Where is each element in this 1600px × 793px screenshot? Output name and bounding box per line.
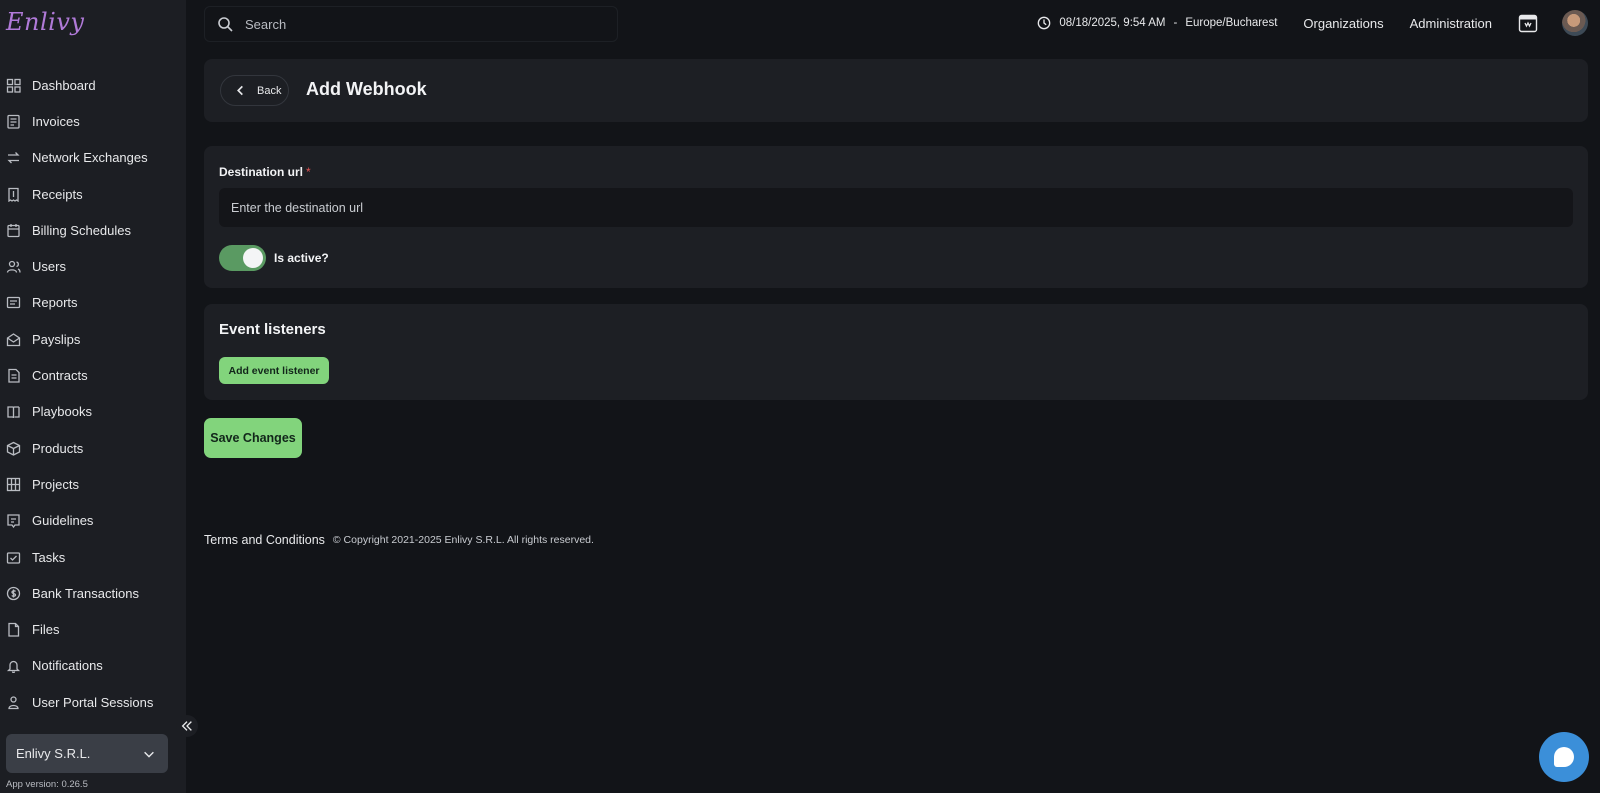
product-icon [6, 441, 21, 456]
destination-url-input[interactable] [219, 188, 1573, 227]
file-icon [6, 622, 21, 637]
bank-transaction-icon [6, 586, 21, 601]
calendar-button[interactable] [1518, 13, 1538, 33]
sidebar-item-label: Dashboard [32, 77, 96, 93]
sidebar-item-label: Notifications [32, 658, 103, 674]
destination-url-label-text: Destination url [219, 165, 304, 179]
user-portal-session-icon [6, 695, 21, 710]
sidebar-item-user-portal-sessions[interactable]: User Portal Sessions [0, 684, 186, 720]
chat-bubble-icon [1554, 747, 1574, 767]
page-header: Back Add Webhook [204, 59, 1588, 122]
sidebar-item-bank-transactions[interactable]: Bank Transactions [0, 575, 186, 611]
sidebar-nav: Dashboard Invoices Network Exchanges Receip… [0, 67, 186, 720]
sidebar-item-invoices[interactable]: Invoices [0, 103, 186, 139]
sidebar-item-label: Reports [32, 295, 78, 311]
sidebar-item-label: Products [32, 440, 84, 456]
sidebar-item-label: Projects [32, 476, 79, 492]
guideline-icon [6, 513, 21, 529]
chevron-down-icon [144, 751, 154, 758]
topbar-right: 08/18/2025, 9:54 AM - Europe/Bucharest O… [1037, 0, 1600, 46]
administration-link[interactable]: Administration [1410, 16, 1492, 31]
app-logo[interactable]: Enlivy [6, 8, 84, 44]
sidebar-item-label: Invoices [32, 113, 80, 129]
user-avatar[interactable] [1562, 10, 1588, 36]
sidebar-item-users[interactable]: Users [0, 248, 186, 284]
sidebar-item-label: Guidelines [32, 513, 94, 529]
sidebar-item-projects[interactable]: Projects [0, 466, 186, 502]
sidebar-item-receipts[interactable]: Receipts [0, 176, 186, 212]
page-title: Add Webhook [306, 79, 427, 99]
sidebar-item-label: Network Exchanges [32, 150, 148, 166]
sidebar-item-notifications[interactable]: Notifications [0, 648, 186, 684]
add-event-listener-button[interactable]: Add event listener [219, 357, 329, 384]
project-icon [6, 477, 21, 492]
sidebar-item-tasks[interactable]: Tasks [0, 539, 186, 575]
sidebar-item-files[interactable]: Files [0, 611, 186, 647]
sidebar-item-dashboard[interactable]: Dashboard [0, 67, 186, 103]
app-version: App version: 0.26.5 [6, 779, 88, 790]
footer: Terms and Conditions © Copyright 2021-20… [204, 533, 594, 547]
notification-icon [6, 658, 21, 674]
destination-url-label: Destination url * [219, 165, 311, 179]
sidebar-item-network-exchanges[interactable]: Network Exchanges [0, 140, 186, 176]
collapse-sidebar-button[interactable] [176, 715, 198, 737]
playbook-icon [6, 404, 21, 419]
is-active-toggle[interactable] [219, 245, 266, 271]
users-icon [6, 259, 21, 274]
organization-select-value: Enlivy S.R.L. [16, 746, 91, 761]
dashboard-icon [6, 78, 21, 93]
sidebar: Enlivy Dashboard Invoices Network Exchange… [0, 0, 198, 793]
sidebar-item-label: Payslips [32, 331, 81, 347]
back-button[interactable]: Back [220, 75, 289, 106]
sidebar-item-label: Billing Schedules [32, 222, 132, 238]
sidebar-item-billing-schedules[interactable]: Billing Schedules [0, 212, 186, 248]
terms-link[interactable]: Terms and Conditions [204, 533, 325, 547]
event-listeners-panel: Event listeners Add event listener [204, 304, 1588, 400]
sidebar-item-reports[interactable]: Reports [0, 285, 186, 321]
task-icon [6, 550, 21, 565]
timezone-text: Europe/Bucharest [1185, 17, 1278, 29]
sidebar-item-guidelines[interactable]: Guidelines [0, 503, 186, 539]
search-input[interactable] [245, 16, 595, 32]
chat-button[interactable] [1539, 732, 1589, 782]
billing-schedule-icon [6, 223, 21, 238]
sidebar-item-playbooks[interactable]: Playbooks [0, 394, 186, 430]
chevron-left-icon [237, 85, 243, 96]
sidebar-item-products[interactable]: Products [0, 430, 186, 466]
search-icon [218, 17, 233, 32]
is-active-label: Is active? [274, 251, 329, 265]
sidebar-item-label: Bank Transactions [32, 585, 139, 601]
webhook-form: Destination url* Is active? [204, 146, 1588, 288]
sidebar-item-label: Receipts [32, 186, 83, 202]
double-chevron-left-icon [181, 721, 192, 731]
sidebar-item-label: Users [32, 259, 66, 275]
sidebar-item-label: Contracts [32, 368, 88, 384]
datetime-display: 08/18/2025, 9:54 AM - Europe/Bucharest [1037, 16, 1277, 30]
copyright-text: © Copyright 2021-2025 Enlivy S.R.L. All … [332, 534, 594, 546]
sidebar-item-label: Tasks [32, 549, 66, 565]
back-button-label: Back [257, 84, 282, 97]
organizations-link[interactable]: Organizations [1303, 16, 1383, 31]
clock-icon [1038, 16, 1051, 30]
save-changes-button[interactable]: Save Changes [204, 418, 302, 458]
search-bar[interactable] [204, 6, 618, 42]
invoice-icon [6, 114, 21, 129]
toggle-knob [243, 248, 263, 268]
calendar-icon [1518, 14, 1538, 33]
event-listeners-title: Event listeners [219, 321, 326, 338]
sidebar-item-label: Playbooks [32, 404, 92, 420]
payslip-icon [6, 332, 21, 347]
contract-icon [6, 368, 21, 383]
reports-icon [6, 295, 21, 310]
sidebar-item-contracts[interactable]: Contracts [0, 357, 186, 393]
sidebar-item-payslips[interactable]: Payslips [0, 321, 186, 357]
receipt-icon [6, 187, 21, 202]
organization-select[interactable]: Enlivy S.R.L. [6, 734, 168, 773]
sidebar-item-label: Files [32, 622, 60, 638]
datetime-separator: - [1173, 17, 1178, 29]
required-marker: * [306, 165, 311, 179]
sidebar-item-label: User Portal Sessions [32, 694, 154, 710]
datetime-text: 08/18/2025, 9:54 AM [1059, 17, 1166, 29]
network-exchange-icon [6, 150, 21, 165]
